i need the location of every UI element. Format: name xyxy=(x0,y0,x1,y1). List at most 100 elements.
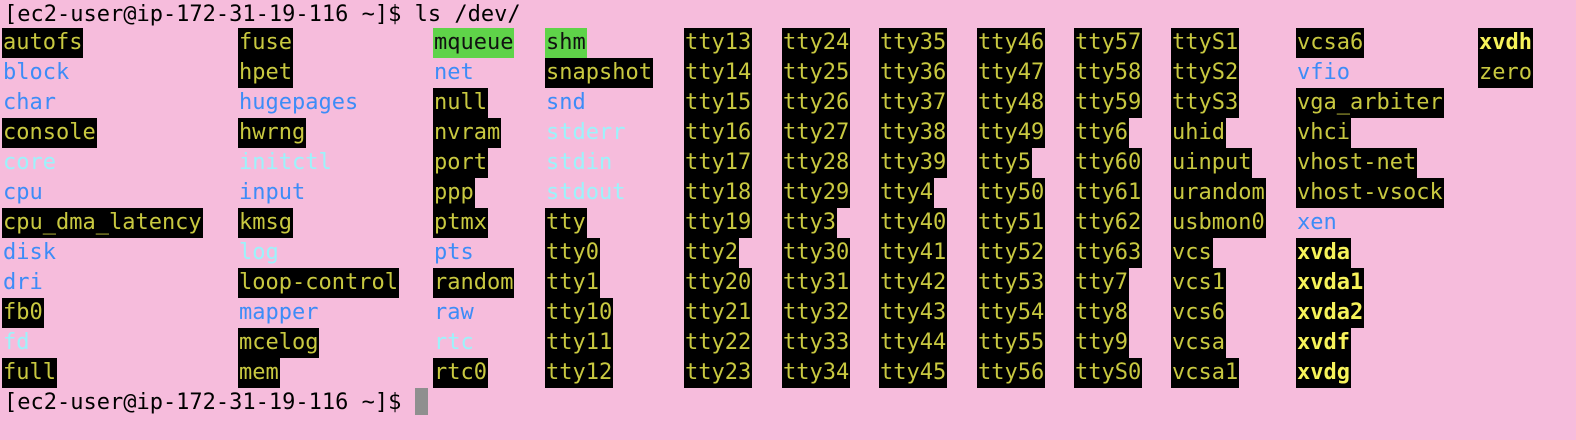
entry-name: initctl xyxy=(239,150,332,175)
entry-name: fb0 xyxy=(2,298,44,328)
terminal-window[interactable]: [ec2-user@ip-172-31-19-116 ~]$ ls /dev/ … xyxy=(0,0,1576,440)
entry-name: vcs xyxy=(1171,238,1213,268)
entry-name: tty22 xyxy=(684,328,753,358)
listing-entry: tty2 xyxy=(684,238,752,268)
entry-name: xvda2 xyxy=(1296,298,1365,328)
listing-entry: tty14 xyxy=(684,58,753,88)
entry-name: tty23 xyxy=(684,358,753,388)
entry-name: core xyxy=(3,150,56,175)
listing-entry: tty10 xyxy=(545,298,653,328)
listing-entry: raw xyxy=(433,298,514,328)
entry-name: block xyxy=(3,60,70,85)
listing-entry: tty56 xyxy=(977,358,1046,388)
entry-name: tty63 xyxy=(1074,238,1143,268)
entry-name: tty31 xyxy=(782,268,851,298)
entry-name: full xyxy=(2,358,57,388)
entry-name: tty33 xyxy=(782,328,851,358)
listing-entry: tty61 xyxy=(1074,178,1143,208)
entry-name: nvram xyxy=(433,118,502,148)
listing-entry: tty20 xyxy=(684,268,753,298)
listing-entry: snapshot xyxy=(545,58,653,88)
listing-entry: tty38 xyxy=(879,118,948,148)
listing-entry: vcs1 xyxy=(1171,268,1266,298)
listing-entry: tty11 xyxy=(545,328,653,358)
entry-name: tty55 xyxy=(977,328,1046,358)
listing-entry: tty7 xyxy=(1074,268,1142,298)
listing-entry: tty18 xyxy=(684,178,753,208)
listing-entry: console xyxy=(2,118,203,148)
entry-name: ttyS2 xyxy=(1171,58,1240,88)
listing-entry: tty9 xyxy=(1074,328,1142,358)
listing-entry: tty52 xyxy=(977,238,1046,268)
entry-name: xvda1 xyxy=(1296,268,1365,298)
entry-name: tty24 xyxy=(782,28,851,58)
entry-name: rtc xyxy=(434,330,474,355)
entry-name: tty1 xyxy=(545,268,600,298)
entry-name: tty0 xyxy=(545,238,600,268)
listing-entry: tty37 xyxy=(879,88,948,118)
listing-column: mqueue net null nvram port ppp ptmx pts random ra… xyxy=(433,28,515,388)
entry-name: vhost-vsock xyxy=(1296,178,1444,208)
listing-entry: xvda1 xyxy=(1296,268,1444,298)
entry-name: tty48 xyxy=(977,88,1046,118)
entry-name: tty42 xyxy=(879,268,948,298)
listing-column: tty46 tty47 tty48 tty49 tty5 tty50 tty51 tty52 t… xyxy=(977,28,1046,388)
listing-entry: tty23 xyxy=(684,358,753,388)
entry-name: vhci xyxy=(1296,118,1351,148)
listing-entry: pts xyxy=(433,238,514,268)
listing-entry: tty49 xyxy=(977,118,1046,148)
entry-name: tty41 xyxy=(879,238,948,268)
entry-name: tty45 xyxy=(879,358,948,388)
listing-entry: stderr xyxy=(545,118,653,148)
entry-name: tty36 xyxy=(879,58,948,88)
entry-name: xvda xyxy=(1296,238,1351,268)
listing-entry: block xyxy=(2,58,203,88)
listing-entry: vhost-vsock xyxy=(1296,178,1444,208)
entry-name: tty62 xyxy=(1074,208,1143,238)
listing-entry: urandom xyxy=(1171,178,1266,208)
entry-name: uhid xyxy=(1171,118,1226,148)
entry-name: tty12 xyxy=(545,358,614,388)
entry-name: vcsa1 xyxy=(1171,358,1240,388)
listing-entry: input xyxy=(238,178,399,208)
listing-entry: tty30 xyxy=(782,238,851,268)
prompt-line[interactable]: [ec2-user@ip-172-31-19-116 ~]$ xyxy=(4,388,428,418)
entry-name: tty16 xyxy=(684,118,753,148)
listing-entry: tty24 xyxy=(782,28,851,58)
entry-name: disk xyxy=(3,240,56,265)
listing-entry: xvdh xyxy=(1478,28,1533,58)
listing-entry: tty3 xyxy=(782,208,850,238)
listing-entry: tty46 xyxy=(977,28,1046,58)
entry-name: tty4 xyxy=(879,178,934,208)
entry-name: tty15 xyxy=(684,88,753,118)
entry-name: cpu_dma_latency xyxy=(2,208,203,238)
listing-entry: tty58 xyxy=(1074,58,1143,88)
listing-column: fuse hpet hugepages hwrng initctl input kmsg lo… xyxy=(238,28,399,388)
listing-entry: ttyS1 xyxy=(1171,28,1266,58)
listing-entry: core xyxy=(2,148,203,178)
listing-entry: tty40 xyxy=(879,208,948,238)
entry-name: tty14 xyxy=(684,58,753,88)
listing-entry: tty29 xyxy=(782,178,851,208)
listing-entry: shm xyxy=(545,28,653,58)
entry-name: tty43 xyxy=(879,298,948,328)
listing-column: tty57 tty58 tty59 tty6 tty60 tty61 tty62 tty63 t… xyxy=(1074,28,1143,388)
listing-entry: char xyxy=(2,88,203,118)
listing-entry: tty21 xyxy=(684,298,753,328)
listing-entry: dri xyxy=(2,268,203,298)
listing-entry: tty60 xyxy=(1074,148,1143,178)
entry-name: tty9 xyxy=(1074,328,1129,358)
listing-entry: vhci xyxy=(1296,118,1444,148)
entry-name: tty34 xyxy=(782,358,851,388)
entry-name: tty3 xyxy=(782,208,837,238)
listing-entry: zero xyxy=(1478,58,1533,88)
listing-entry: usbmon0 xyxy=(1171,208,1266,238)
listing-entry: mapper xyxy=(238,298,399,328)
entry-name: tty29 xyxy=(782,178,851,208)
listing-entry: tty50 xyxy=(977,178,1046,208)
listing-entry: tty28 xyxy=(782,148,851,178)
entry-name: tty51 xyxy=(977,208,1046,238)
entry-name: tty27 xyxy=(782,118,851,148)
entry-name: ttyS1 xyxy=(1171,28,1240,58)
listing-entry: random xyxy=(433,268,515,298)
